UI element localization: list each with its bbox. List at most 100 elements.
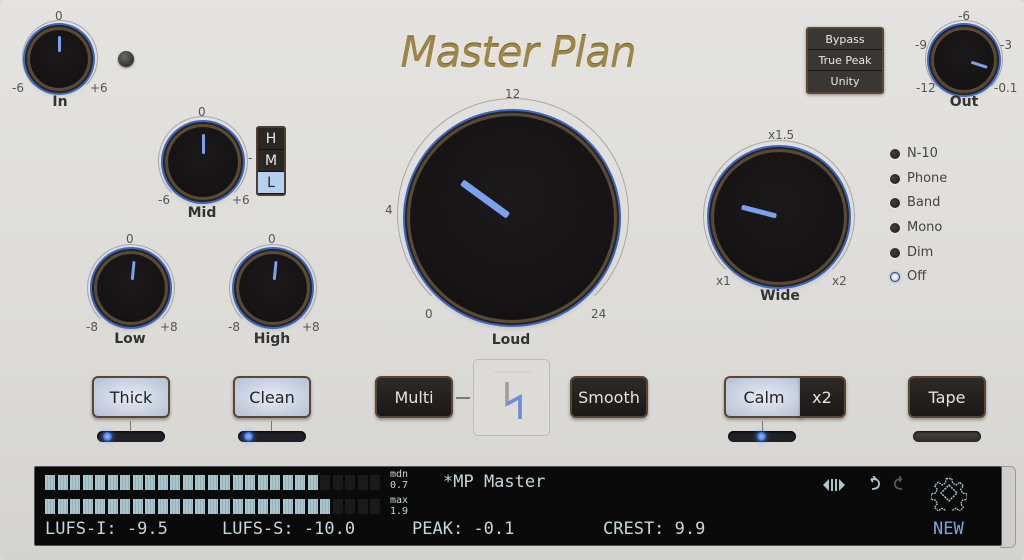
meter-segment [320,499,330,514]
smooth-button[interactable]: Smooth [570,376,648,418]
meter-segment [220,499,230,514]
thick-amount-slider[interactable] [97,431,165,442]
preset-name[interactable]: *MP Master [443,472,545,492]
loud-scale-4: 4 [385,203,393,217]
clean-slider-handle[interactable] [244,432,253,441]
clean-button[interactable]: Clean [233,376,311,418]
top-toggle-group: Bypass True Peak Unity [806,27,884,94]
meter-segment [345,475,355,490]
mode-phone-label[interactable]: Phone [907,171,947,186]
mode-mono-label[interactable]: Mono [907,220,942,235]
calm-slider-handle[interactable] [757,432,766,441]
band-selector-dash: - [248,151,253,165]
loud-knob[interactable] [410,116,614,320]
mode-n10-label[interactable]: N-10 [907,146,938,161]
low-knob[interactable] [97,254,165,322]
wide-knob-pointer [740,205,778,219]
mode-band-led[interactable] [890,198,900,208]
meter-segment [207,499,218,514]
meter-segment [357,475,368,490]
meter-segment [120,475,130,490]
logo-button[interactable] [473,359,550,436]
high-knob[interactable] [239,254,307,322]
calm-button[interactable]: Calm [724,376,802,418]
meter-top-label: mdn [390,469,409,480]
wide-knob-label: Wide [760,288,800,304]
mid-scale-0: 0 [198,105,206,119]
mode-band-label[interactable]: Band [907,195,940,210]
meter-segment [295,499,305,514]
clip-indicator-led [118,51,134,67]
thick-slider-handle[interactable] [103,432,112,441]
meter-segment [295,475,305,490]
unity-button[interactable]: Unity [808,71,882,92]
loud-knob-pointer [460,179,511,219]
ab-compare-icon[interactable] [823,477,847,496]
meter-segment [132,475,143,490]
mode-phone-led[interactable] [890,174,900,184]
tape-button[interactable]: Tape [908,376,986,418]
meter-segment [332,499,343,514]
tape-amount-slider[interactable] [913,431,981,442]
redo-icon[interactable] [892,476,906,496]
band-h-button[interactable]: H [258,128,284,150]
out-knob[interactable] [934,30,994,90]
mode-mono-led[interactable] [890,223,900,233]
in-knob[interactable] [30,30,88,88]
multi-button[interactable]: Multi [375,376,453,418]
meter-bottom-value: 1.9 [390,506,409,517]
peak-readout: PEAK: -0.1 [412,519,515,539]
wide-knob[interactable] [714,152,844,282]
mode-dim-led[interactable] [890,248,900,258]
mode-off-label[interactable]: Off [907,269,926,284]
in-scale-min: -6 [12,81,24,95]
thick-slider-tick [130,421,131,431]
undo-icon[interactable] [868,475,882,496]
meter-segment [195,475,205,490]
in-scale-0: 0 [55,9,63,23]
clean-amount-slider[interactable] [238,431,306,442]
meter-segment [257,475,268,490]
bypass-button[interactable]: Bypass [808,29,882,50]
mode-off-led[interactable] [890,272,900,282]
band-l-button[interactable]: L [258,172,284,194]
high-scale-min: -8 [228,320,240,334]
app-title: Master Plan [400,28,636,77]
out-knob-pointer [970,60,988,69]
calm-amount-slider[interactable] [728,431,796,442]
meter-segment [220,475,230,490]
in-knob-label: In [52,94,68,110]
loud-knob-label: Loud [491,332,531,348]
meter-segment [170,499,180,514]
gear-icon[interactable] [930,475,968,516]
meter-segment [370,475,380,490]
loud-scale-12: 12 [505,87,521,101]
out-scale-minus01: -0.1 [994,81,1018,95]
mode-dim-label[interactable]: Dim [907,245,933,260]
meter-segment [232,475,243,490]
low-knob-label: Low [114,331,146,347]
meter-segment [282,475,293,490]
meter-segment [345,499,355,514]
thick-button[interactable]: Thick [92,376,170,418]
plugin-panel: Master Plan 0 -6 +6 In 0 -6 +6 Mid - H M… [0,0,1024,560]
meter-segment [245,475,255,490]
meter-segment [145,475,155,490]
meter-segment [107,499,118,514]
meter-segment [307,475,318,490]
meter-segment [107,475,118,490]
mid-knob[interactable] [168,127,238,197]
meter-segment [170,475,180,490]
high-scale-max: +8 [302,320,320,334]
mid-scale-min: -6 [158,193,170,207]
meter-segment [357,499,368,514]
true-peak-button[interactable]: True Peak [808,50,882,71]
mode-n10-led[interactable] [890,149,900,159]
band-m-button[interactable]: M [258,150,284,172]
x2-button[interactable]: x2 [800,376,846,418]
meter-segment [120,499,130,514]
mid-knob-label: Mid [187,205,217,221]
new-preset-button[interactable]: NEW [933,519,964,539]
clean-slider-tick [271,421,272,431]
meter-segment [157,475,168,490]
